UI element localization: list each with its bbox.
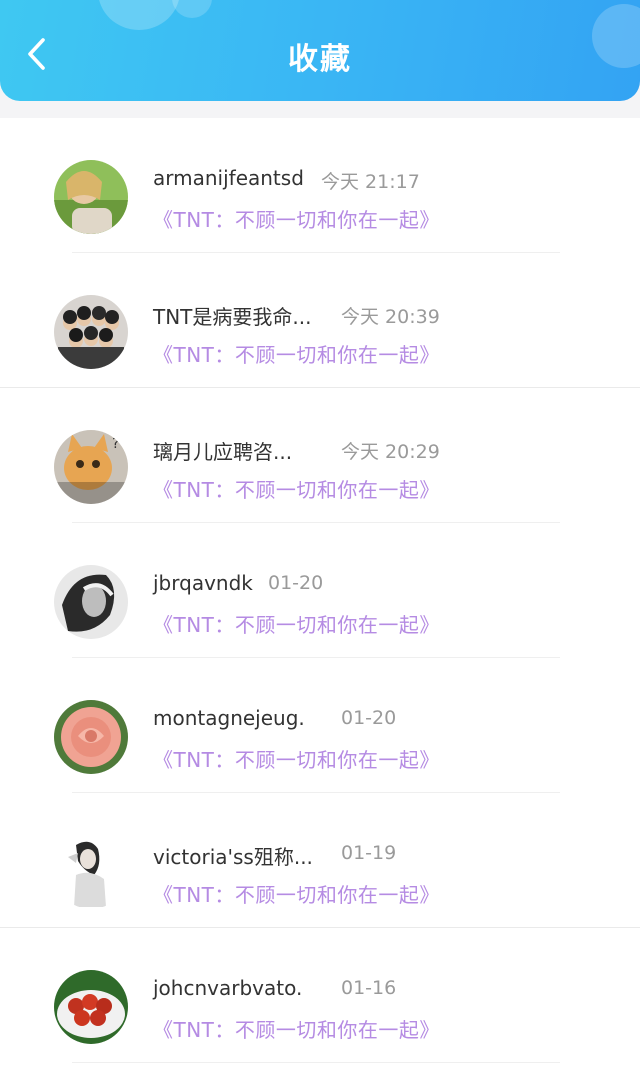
divider — [72, 1062, 560, 1063]
collection-title[interactable]: 《TNT：不顾一切和你在一起》 — [153, 339, 440, 368]
timestamp: 01-16 — [341, 977, 397, 999]
list-item[interactable]: johcnvarbvato. 01-16 《TNT：不顾一切和你在一起》 — [0, 928, 640, 1063]
avatar[interactable] — [54, 835, 128, 909]
group-photo-image — [54, 295, 128, 369]
user-name: montagnejeug. — [153, 706, 305, 730]
collection-title[interactable]: 《TNT：不顾一切和你在一起》 — [153, 609, 440, 638]
cat-meme-image: ? — [54, 430, 128, 504]
food-photo-image — [54, 970, 128, 1044]
avatar[interactable] — [54, 565, 128, 639]
collection-title[interactable]: 《TNT：不顾一切和你在一起》 — [153, 1014, 440, 1043]
timestamp: 今天 20:29 — [341, 441, 440, 463]
woman-sketch-image — [54, 835, 128, 909]
user-name: armanijfeantsd — [153, 166, 304, 190]
user-name: TNT是病要我命... — [153, 305, 312, 329]
avatar[interactable] — [54, 970, 128, 1044]
list-item[interactable]: victoria'ss殂称... 01-19 《TNT：不顾一切和你在一起》 — [0, 793, 640, 928]
user-name: victoria'ss殂称... — [153, 845, 313, 869]
avatar[interactable] — [54, 295, 128, 369]
timestamp: 今天 20:39 — [341, 306, 440, 328]
timestamp: 01-19 — [341, 842, 397, 864]
girl-photo-image — [54, 160, 128, 234]
decorative-bubble — [172, 0, 212, 18]
bw-portrait-image — [54, 565, 128, 639]
timestamp: 今天 21:17 — [321, 171, 420, 193]
svg-text:?: ? — [112, 436, 119, 452]
user-name: jbrqavndk — [153, 571, 253, 595]
list-item[interactable]: jbrqavndk 01-20 《TNT：不顾一切和你在一起》 — [0, 523, 640, 658]
avatar[interactable] — [54, 160, 128, 234]
collection-title[interactable]: 《TNT：不顾一切和你在一起》 — [153, 744, 440, 773]
timestamp: 01-20 — [268, 572, 324, 594]
page-title: 收藏 — [288, 42, 352, 77]
list-item[interactable]: armanijfeantsd 今天 21:17 《TNT：不顾一切和你在一起》 — [0, 118, 640, 253]
list-item[interactable]: montagnejeug. 01-20 《TNT：不顾一切和你在一起》 — [0, 658, 640, 793]
collection-title[interactable]: 《TNT：不顾一切和你在一起》 — [153, 204, 440, 233]
timestamp: 01-20 — [341, 707, 397, 729]
user-name: 璃月儿应聘咨... — [153, 440, 293, 464]
list-item[interactable]: TNT是病要我命... 今天 20:39 《TNT：不顾一切和你在一起》 — [0, 253, 640, 388]
avatar[interactable] — [54, 700, 128, 774]
rose-photo-image — [54, 700, 128, 774]
list-item[interactable]: ? 璃月儿应聘咨... 今天 20:29 《TNT：不顾一切和你在一起》 — [0, 388, 640, 523]
app-header: 收藏 — [0, 0, 640, 101]
user-name: johcnvarbvato. — [153, 976, 303, 1000]
decorative-bubble — [98, 0, 180, 30]
avatar[interactable]: ? — [54, 430, 128, 504]
favorites-list: armanijfeantsd 今天 21:17 《TNT：不顾一切和你在一起》 … — [0, 118, 640, 1082]
collection-title[interactable]: 《TNT：不顾一切和你在一起》 — [153, 879, 440, 908]
collection-title[interactable]: 《TNT：不顾一切和你在一起》 — [153, 474, 440, 503]
